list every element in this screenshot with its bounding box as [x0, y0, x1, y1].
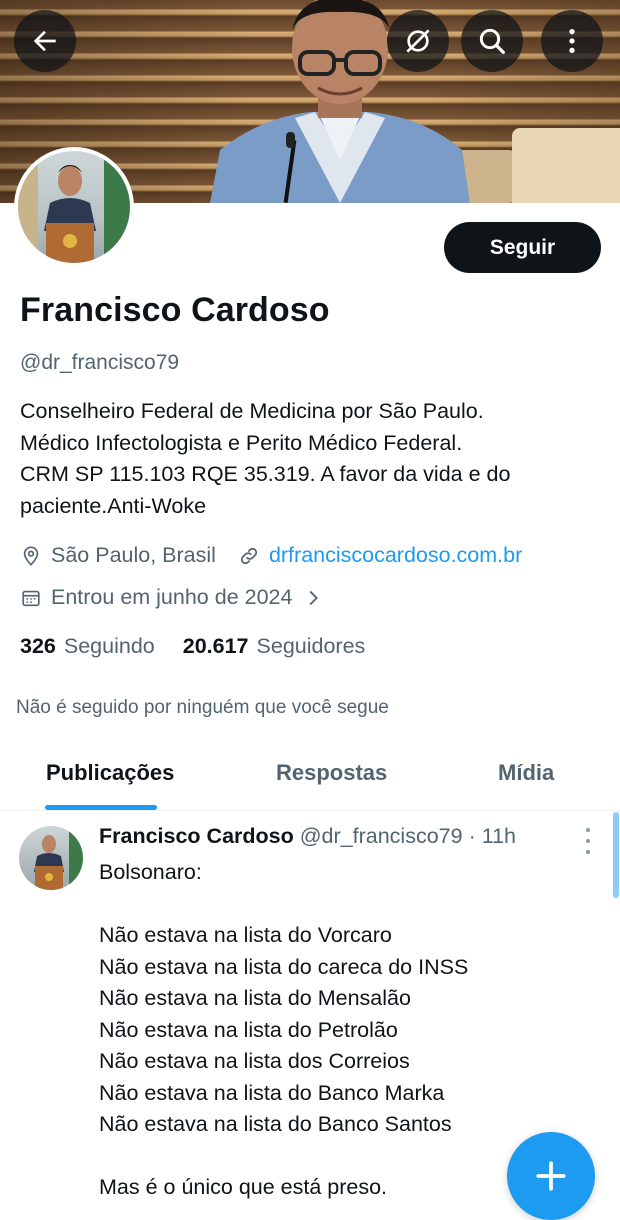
tweet-author-avatar[interactable]: [19, 826, 83, 890]
profile-stats: 326 Seguindo 20.617 Seguidores: [20, 634, 393, 659]
profile-location: São Paulo, Brasil: [51, 543, 216, 567]
more-options-button[interactable]: [541, 10, 603, 72]
follow-button[interactable]: Seguir: [444, 222, 601, 273]
tweet-separator: ·: [468, 824, 476, 848]
tweet-line: Não estava na lista do careca do INSS: [99, 954, 469, 979]
search-button[interactable]: [461, 10, 523, 72]
profile-avatar[interactable]: [14, 147, 134, 267]
profile-website-link[interactable]: drfranciscocardoso.com.br: [269, 543, 522, 568]
profile-name: Francisco Cardoso: [20, 291, 330, 329]
following-count: 326: [20, 634, 56, 658]
arrow-left-icon: [33, 30, 56, 52]
tweet-line: [99, 889, 468, 921]
tweet-line: Não estava na lista do Vorcaro: [99, 923, 392, 947]
avatar-image: [18, 151, 130, 263]
profile-tabs: Publicações Respostas Mídia: [0, 742, 620, 811]
tweet-line: Bolsonaro:: [99, 860, 202, 884]
plus-icon: [536, 1161, 566, 1191]
tweet-line: Não estava na lista do Petrolão: [99, 1017, 398, 1042]
search-icon: [479, 28, 505, 54]
tweet-text: Bolsonaro: Não estava na lista do Vorcar…: [99, 857, 468, 1204]
bio-line: Médico Infectologista e Perito Médico Fe…: [20, 430, 463, 455]
compose-button[interactable]: [507, 1132, 595, 1220]
followers-count-link[interactable]: 20.617 Seguidores: [183, 634, 366, 659]
tweet-line: Não estava na lista do Banco Marka: [99, 1080, 445, 1105]
following-count-link[interactable]: 326 Seguindo: [20, 634, 155, 659]
profile-joined-row[interactable]: Entrou em junho de 2024: [20, 585, 333, 610]
active-tab-indicator: [45, 805, 157, 810]
profile-bio: Conselheiro Federal de Medicina por São …: [20, 396, 605, 522]
bio-line: CRM SP 115.103 RQE 35.319. A favor da vi…: [20, 462, 511, 486]
tab-publicacoes[interactable]: Publicações: [46, 760, 174, 786]
profile-handle: @dr_francisco79: [20, 351, 180, 374]
link-icon: [240, 547, 258, 564]
no-translate-icon: [406, 29, 430, 53]
tweet-header: Francisco Cardoso @dr_francisco79 · 11h: [99, 824, 516, 849]
bio-line: paciente.Anti-Woke: [20, 493, 207, 518]
bio-line: Conselheiro Federal de Medicina por São …: [20, 399, 484, 423]
profile-joined-date: Entrou em junho de 2024: [51, 585, 293, 609]
tweet-line: Não estava na lista do Banco Santos: [99, 1112, 452, 1136]
microphone-head: [286, 132, 295, 148]
tweet-line: [99, 1141, 468, 1173]
tweet-author-name[interactable]: Francisco Cardoso: [99, 824, 294, 848]
tweet-line: Não estava na lista dos Correios: [99, 1049, 410, 1073]
tweet-line: Mas é o único que está preso.: [99, 1175, 388, 1199]
translate-toggle-button[interactable]: [387, 10, 449, 72]
profile-meta-row: São Paulo, Brasil drfranciscocardoso.com…: [20, 543, 522, 568]
followers-label: Seguidores: [256, 634, 366, 658]
scrollbar-thumb[interactable]: [613, 812, 619, 898]
following-label: Seguindo: [63, 634, 155, 658]
calendar-icon: [22, 590, 40, 606]
chevron-right-icon: [310, 590, 319, 605]
tab-midia[interactable]: Mídia: [498, 760, 554, 786]
followers-count: 20.617: [182, 634, 249, 658]
tweet-line: Não estava na lista do Mensalão: [99, 986, 411, 1010]
banner-chair-back: [512, 128, 620, 203]
tweet-avatar-photo: [34, 826, 83, 890]
more-vertical-icon: [569, 29, 575, 53]
avatar-photo: [18, 151, 130, 263]
tweet-more-button[interactable]: [578, 828, 598, 854]
tab-respostas[interactable]: Respostas: [276, 760, 387, 786]
location-pin-icon: [23, 545, 39, 566]
tweet-author-handle[interactable]: @dr_francisco79: [300, 824, 463, 848]
not-followed-notice: Não é seguido por ninguém que você segue: [16, 697, 389, 718]
back-button[interactable]: [14, 10, 76, 72]
tweet-time[interactable]: 11h: [482, 824, 516, 848]
